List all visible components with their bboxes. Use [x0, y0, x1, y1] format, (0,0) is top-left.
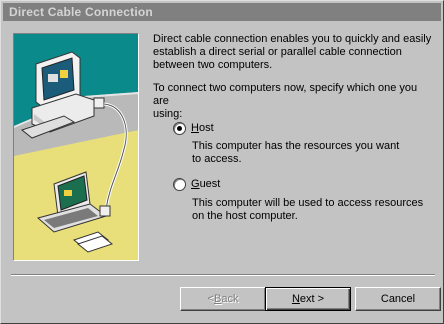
radio-selected-dot [177, 125, 182, 131]
host-desc-line-1: This computer has the resources you want [192, 140, 400, 152]
next-button[interactable]: Next > [265, 287, 351, 311]
guest-radio-button[interactable] [173, 177, 186, 191]
prompt-line-2: using: [153, 108, 183, 120]
intro-text: Direct cable connection enables you to q… [153, 33, 433, 72]
guest-description: This computer will be used to access res… [192, 197, 432, 223]
guest-radio-label[interactable]: Guest [191, 178, 220, 190]
computers-cable-illustration [14, 34, 138, 260]
host-desc-line-2: to access. [192, 153, 242, 165]
guest-desc-line-1: This computer will be used to access res… [192, 197, 424, 209]
wizard-illustration [13, 33, 139, 261]
host-description: This computer has the resources you want… [192, 140, 432, 166]
guest-desc-line-2: on the host computer. [192, 210, 298, 222]
host-radio-label[interactable]: Host [191, 122, 214, 134]
dialog-window: Direct Cable Connection Direct cable con… [0, 0, 444, 324]
cancel-button[interactable]: Cancel [355, 287, 441, 311]
prompt-text: To connect two computers now, specify wh… [153, 82, 433, 121]
host-radio-button[interactable] [173, 121, 186, 135]
intro-line-2: establish a direct serial or parallel ca… [153, 46, 402, 58]
intro-line-1: Direct cable connection enables you to q… [153, 33, 432, 45]
window-title: Direct Cable Connection [9, 5, 153, 19]
back-button[interactable]: < Back [180, 287, 266, 311]
intro-line-3: between two computers. [153, 59, 273, 71]
guest-radio-option[interactable]: Guest [173, 177, 220, 191]
title-bar[interactable]: Direct Cable Connection [3, 3, 441, 21]
button-separator [11, 274, 435, 276]
host-radio-option[interactable]: Host [173, 121, 214, 135]
prompt-line-1: To connect two computers now, specify wh… [153, 82, 418, 107]
